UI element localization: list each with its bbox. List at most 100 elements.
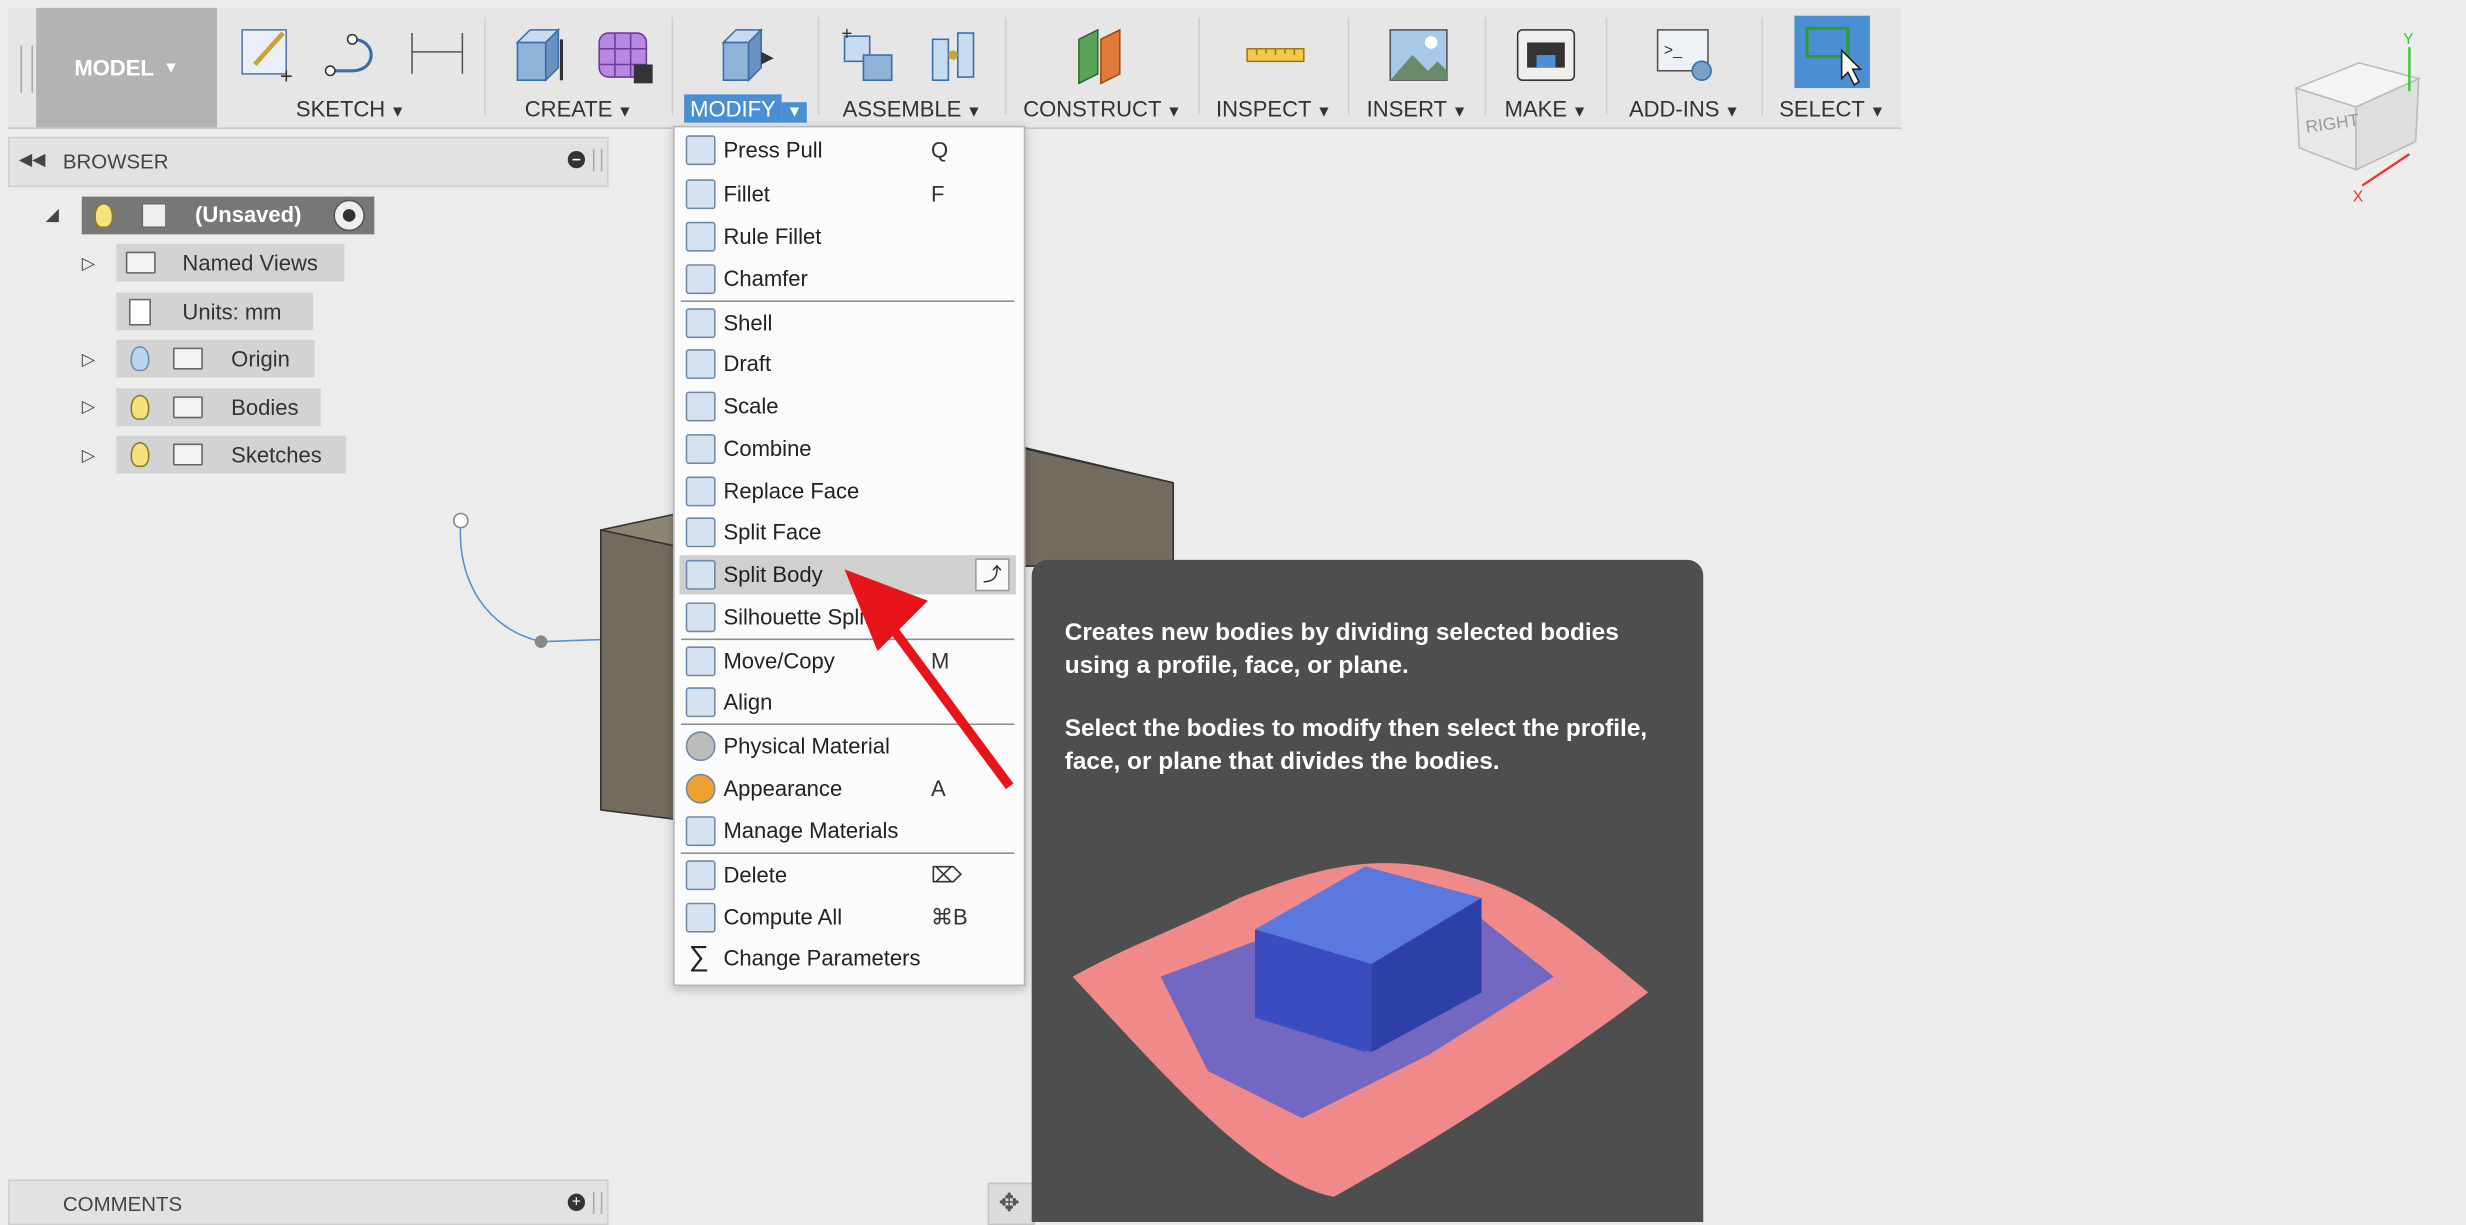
assemble-group[interactable]: + ASSEMBLE ▼ [819,8,1005,128]
select-group[interactable]: SELECT ▼ [1763,8,1901,128]
menu-item-align[interactable]: Align [679,683,1016,722]
menu-item-appearance[interactable]: Appearance A [679,769,1016,808]
extrude-icon[interactable] [508,24,571,87]
create-sketch-icon[interactable]: + [236,24,299,87]
menu-item-compute-all[interactable]: Compute All ⌘B [679,898,1016,937]
tab-assemble[interactable]: ASSEMBLE ▼ [819,96,1005,121]
tab-modify[interactable]: MODIFY ▼ [673,94,818,123]
new-component-icon[interactable]: + [838,24,901,87]
construct-group[interactable]: CONSTRUCT ▼ [1007,8,1199,128]
modify-group[interactable]: MODIFY ▼ [673,8,818,128]
menu-item-rule-fillet[interactable]: Rule Fillet [679,217,1016,256]
menu-item-fillet[interactable]: Fillet F [679,175,1016,214]
navigation-bar[interactable]: ✥ [987,1182,1035,1225]
collapse-arrow-icon[interactable]: ◢ [46,204,59,225]
expand-arrow-icon[interactable]: ▷ [82,445,95,466]
split-body-tooltip: Creates new bodies by dividing selected … [1031,559,1704,1222]
toolbar-grip[interactable] [20,45,34,93]
select-icon [1805,26,1863,87]
root-label: (Unsaved) [195,201,302,227]
insert-canvas-icon[interactable] [1387,24,1450,87]
expand-arrow-icon[interactable]: ▷ [82,396,95,417]
menu-divider [680,300,1015,302]
line-icon[interactable] [321,24,384,87]
folder-icon [172,443,203,466]
menu-item-split-body[interactable]: Split Body ⤴ [679,555,1016,595]
sketch-group[interactable]: + SKETCH ▼ [217,8,484,128]
scripts-icon[interactable]: >_ [1654,24,1717,87]
form-icon[interactable] [593,24,656,87]
make-group[interactable]: MAKE ▼ [1486,8,1606,128]
browser-item-units[interactable]: Units: mm [116,292,313,331]
tab-make[interactable]: MAKE ▼ [1486,96,1606,121]
dimension-icon[interactable] [406,24,469,87]
menu-divider [680,723,1015,726]
tab-construct[interactable]: CONSTRUCT ▼ [1007,96,1199,121]
pin-to-toolbar-icon[interactable]: ⤴ [975,558,1010,592]
tab-select[interactable]: SELECT ▼ [1763,96,1901,121]
tab-insert[interactable]: INSERT ▼ [1349,96,1484,121]
rule-fillet-icon [685,221,716,252]
press-pull-icon [685,135,716,166]
browser-header: ◀◀ BROWSER [7,136,609,188]
menu-item-delete[interactable]: Delete ⌦ [679,856,1016,895]
menu-item-move-copy[interactable]: Move/Copy M [679,642,1016,681]
menu-item-combine[interactable]: Combine [679,429,1016,468]
select-button[interactable] [1794,15,1870,89]
draft-icon [685,349,716,380]
offset-plane-icon[interactable] [1069,24,1132,87]
move-icon [685,646,716,677]
press-pull-icon[interactable] [714,24,777,87]
sigma-icon: ∑ [688,940,710,972]
menu-item-physical-material[interactable]: Physical Material [679,727,1016,766]
menu-item-silhouette-split[interactable]: Silhouette Split [679,598,1016,637]
visibility-bulb-icon[interactable] [130,441,150,468]
create-group[interactable]: CREATE ▼ [486,8,672,128]
visibility-bulb-icon[interactable] [94,202,114,229]
tab-inspect[interactable]: INSPECT ▼ [1200,96,1348,121]
browser-item-sketches[interactable]: Sketches [116,435,346,474]
joint-icon[interactable] [923,24,986,87]
minimize-icon[interactable] [567,150,586,169]
tab-add-ins[interactable]: ADD-INS ▼ [1607,96,1761,121]
pan-icon[interactable]: ✥ [999,1187,1020,1218]
menu-item-scale[interactable]: Scale [679,387,1016,426]
insert-group[interactable]: INSERT ▼ [1349,8,1484,128]
browser-root-node[interactable]: (Unsaved) [81,196,375,235]
measure-icon[interactable] [1244,24,1307,87]
modify-menu: Press Pull Q Fillet F Rule Fillet Chamfer … [673,125,1026,987]
panel-handle[interactable] [592,149,603,172]
menu-item-change-parameters[interactable]: ∑ Change Parameters [679,939,1016,978]
tab-create[interactable]: CREATE ▼ [486,96,672,121]
collapse-panel-icon[interactable]: ◀◀ [19,149,46,170]
menu-item-manage-materials[interactable]: Manage Materials [679,812,1016,851]
workspace-label: MODEL [74,55,154,81]
tooltip-description: Creates new bodies by dividing selected … [1064,619,1619,680]
activate-radio-icon[interactable] [333,199,365,232]
menu-item-press-pull[interactable]: Press Pull Q [679,131,1016,170]
3d-print-icon[interactable] [1515,24,1578,87]
visibility-bulb-icon[interactable] [130,345,150,372]
menu-item-chamfer[interactable]: Chamfer [679,259,1016,298]
visibility-bulb-icon[interactable] [130,394,150,420]
menu-item-replace-face[interactable]: Replace Face [679,472,1016,511]
menu-item-split-face[interactable]: Split Face [679,513,1016,552]
body-right-face [1021,447,1175,567]
browser-item-origin[interactable]: Origin [116,339,315,378]
expand-arrow-icon[interactable]: ▷ [82,349,95,370]
menu-item-draft[interactable]: Draft [679,344,1016,383]
view-cube[interactable]: RIGHT Y X [2265,28,2446,209]
inspect-group[interactable]: INSPECT ▼ [1200,8,1348,128]
browser-item-named-views[interactable]: Named Views [116,243,345,282]
addins-group[interactable]: >_ ADD-INS ▼ [1607,8,1761,128]
panel-handle[interactable] [592,1192,603,1215]
menu-item-shell[interactable]: Shell [679,304,1016,343]
tab-sketch[interactable]: SKETCH ▼ [217,96,484,121]
toolbar: MODEL ▼ + SKETCH ▼ CREATE ▼ MODIFY ▼ + A… [7,7,1902,129]
expand-arrow-icon[interactable]: ▷ [82,253,95,274]
split-body-illustration [1072,863,1649,1197]
workspace-switcher[interactable]: MODEL ▼ [36,7,218,128]
browser-item-bodies[interactable]: Bodies [116,388,321,427]
add-comment-icon[interactable]: + [567,1193,586,1211]
sketch-point [452,512,469,529]
